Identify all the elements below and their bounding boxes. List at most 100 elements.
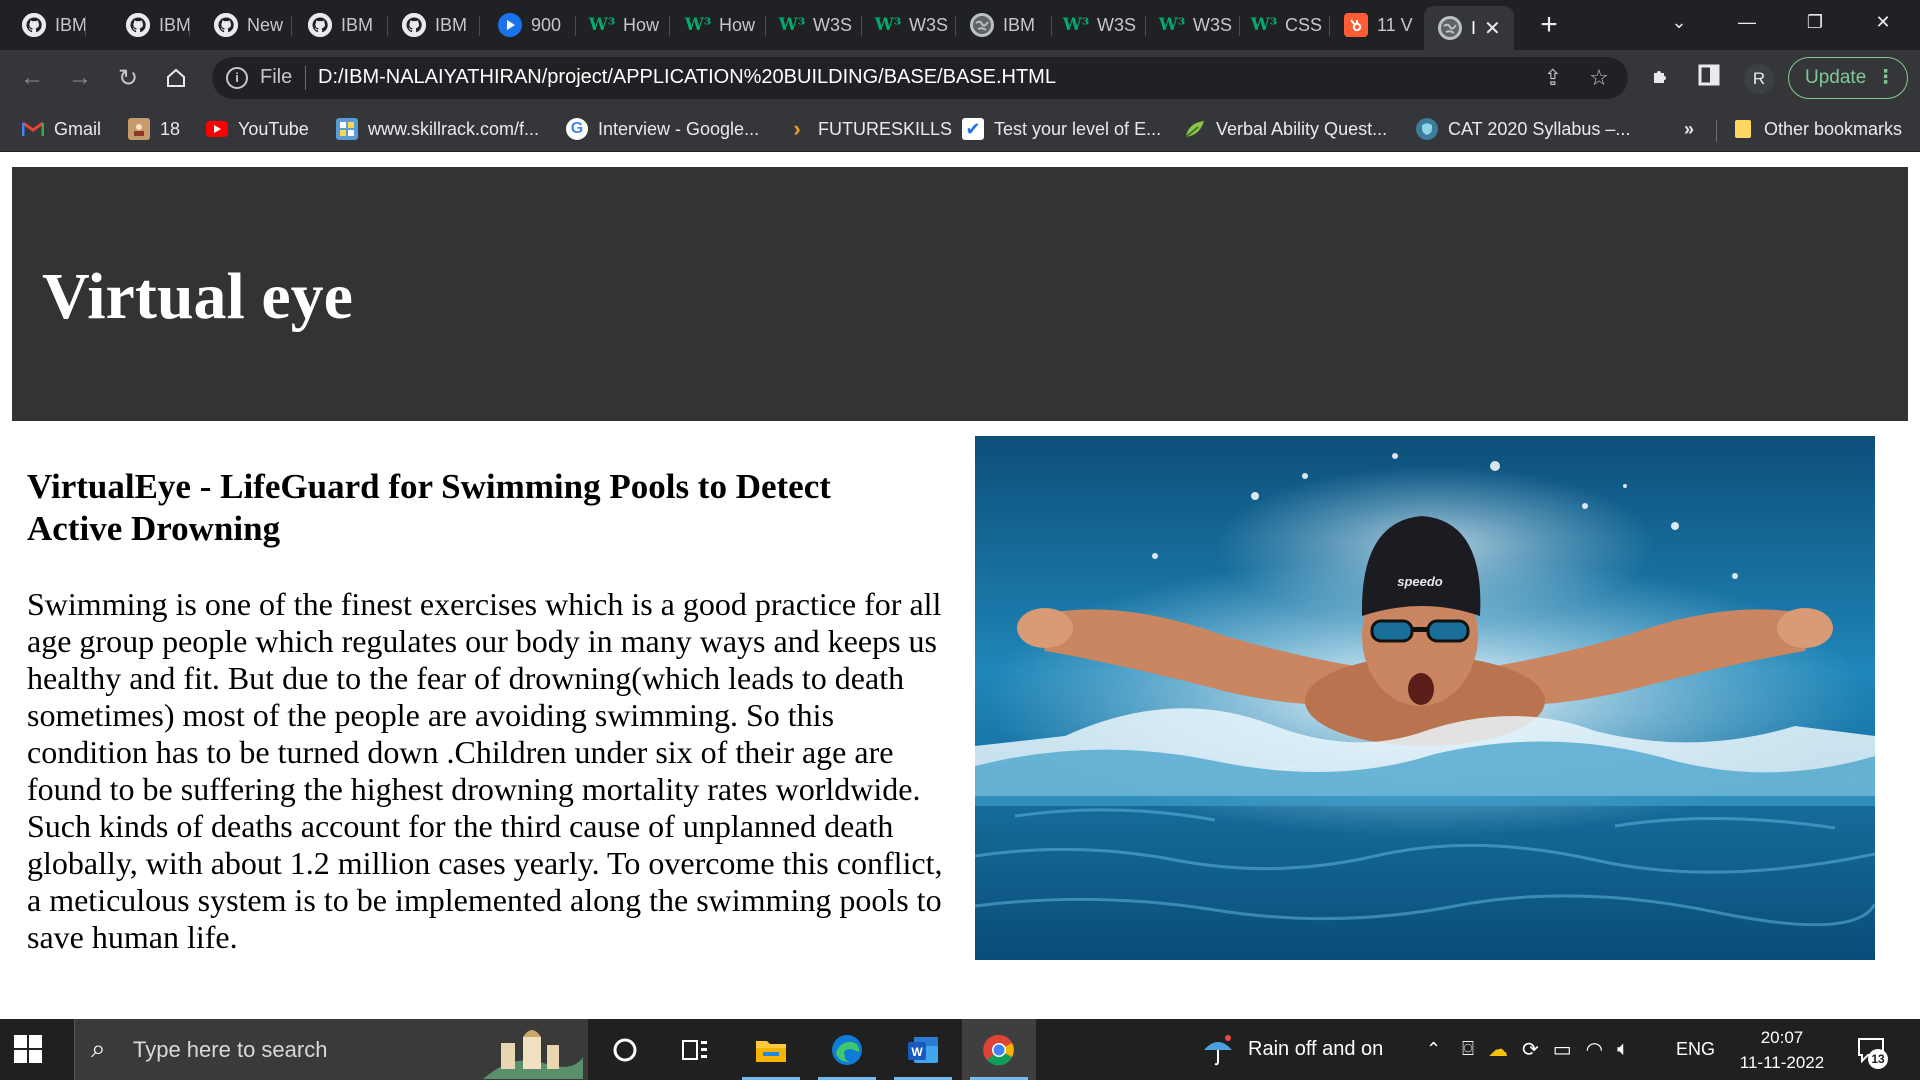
update-button[interactable]: Update ⋮ — [1788, 57, 1908, 99]
tab-label: How — [719, 14, 756, 35]
wifi-icon[interactable]: ◠ — [1586, 1037, 1603, 1062]
bookmark-18[interactable]: 18 — [128, 114, 180, 144]
bookmark-skillrack[interactable]: www.skillrack.com/f... — [336, 114, 539, 144]
skillrack-icon — [336, 118, 358, 140]
file-explorer-icon[interactable] — [734, 1019, 808, 1080]
browser-tab[interactable]: IBM — [112, 8, 190, 42]
tab-label: How — [623, 14, 660, 35]
task-view-icon[interactable] — [658, 1019, 732, 1080]
tab-label: IBM — [341, 14, 374, 35]
browser-tab[interactable]: W³ W3S — [766, 8, 862, 42]
close-icon[interactable]: ✕ — [1484, 16, 1501, 41]
page-title: Virtual eye — [42, 260, 353, 333]
language-indicator[interactable]: ENG — [1676, 1019, 1715, 1080]
bookmark-cat-syllabus[interactable]: CAT 2020 Syllabus –... — [1416, 114, 1630, 144]
tab-search-chevron-icon[interactable]: ⌄ — [1648, 0, 1710, 44]
browser-tab[interactable]: W³ W3S — [1050, 8, 1146, 42]
tab-label: W3S — [1193, 14, 1233, 35]
browser-tab[interactable]: IBM — [956, 8, 1052, 42]
blue-play-icon — [498, 13, 522, 37]
w3schools-icon: W³ — [1250, 15, 1278, 35]
github-icon — [402, 13, 426, 37]
browser-tab[interactable]: W³ W3S — [862, 8, 956, 42]
clock[interactable]: 20:07 11-11-2022 — [1730, 1025, 1834, 1075]
browser-tab[interactable]: W³ CSS — [1238, 8, 1330, 42]
browser-tab[interactable]: 11 V — [1330, 8, 1422, 42]
clock-time: 20:07 — [1760, 1028, 1804, 1047]
word-icon[interactable]: W — [886, 1019, 960, 1080]
info-icon[interactable]: i — [226, 67, 248, 89]
new-tab-button[interactable]: + — [1532, 9, 1566, 43]
volume-icon[interactable]: 🔈︎ — [1617, 1038, 1629, 1061]
battery-icon[interactable]: ▭ — [1553, 1037, 1572, 1062]
browser-tab[interactable]: IBM — [388, 8, 480, 42]
windows-start-icon[interactable] — [14, 1035, 42, 1063]
search-highlight-illustration-icon — [483, 1023, 583, 1079]
side-panel-icon[interactable] — [1694, 64, 1724, 94]
gmail-icon — [22, 118, 44, 140]
share-icon[interactable]: ⇪ — [1540, 66, 1566, 92]
tab-label: W3S — [909, 14, 949, 35]
bookmarks-overflow-button[interactable]: » — [1684, 119, 1694, 140]
leaf-icon — [1184, 118, 1206, 140]
edge-icon[interactable] — [810, 1019, 884, 1080]
notification-center-icon[interactable]: 13 — [1856, 1035, 1888, 1069]
browser-tab[interactable]: IBM — [8, 8, 86, 42]
github-icon — [126, 13, 150, 37]
star-icon[interactable]: ☆ — [1586, 66, 1612, 92]
bookmark-test-level[interactable]: ✔ Test your level of E... — [962, 114, 1161, 144]
tab-strip: IBM IBM New IBM IBM 900 W³ How W³ How W³… — [0, 0, 1920, 50]
taskbar-search[interactable]: ⌕ Type here to search — [74, 1019, 588, 1080]
bookmark-verbal-ability[interactable]: Verbal Ability Quest... — [1184, 114, 1387, 144]
chevron-icon: › — [793, 116, 801, 141]
avatar-icon — [128, 118, 150, 140]
show-hidden-icons[interactable]: ⌃ — [1426, 1019, 1441, 1080]
browser-tab[interactable]: New — [200, 8, 292, 42]
windows-taskbar: ⌕ Type here to search W Rain off and on … — [0, 1019, 1920, 1080]
minimize-icon[interactable]: — — [1716, 0, 1778, 44]
w3schools-icon: W³ — [684, 15, 712, 35]
chrome-icon[interactable] — [962, 1019, 1036, 1080]
w3schools-icon: W³ — [1062, 15, 1090, 35]
globe-icon — [1438, 16, 1462, 40]
sync-icon[interactable]: ⟳ — [1522, 1037, 1539, 1062]
bookmark-youtube[interactable]: YouTube — [206, 114, 309, 144]
meet-now-icon[interactable]: ⌼ — [1462, 1038, 1474, 1061]
back-icon[interactable]: ← — [14, 60, 50, 96]
address-bar[interactable]: i File D:/IBM-NALAIYATHIRAN/project/APPL… — [212, 57, 1628, 99]
swimmer-image: speedo — [975, 436, 1875, 960]
bookmark-futureskills[interactable]: › FUTURESKILLS — [786, 114, 952, 144]
tab-label: CSS — [1285, 14, 1323, 35]
browser-tab[interactable]: W³ How — [672, 8, 766, 42]
other-bookmarks-folder[interactable]: Other bookmarks — [1732, 114, 1902, 144]
restore-icon[interactable]: ❐ — [1784, 0, 1846, 44]
youtube-icon — [206, 121, 228, 137]
onedrive-warning-icon[interactable]: ☁ — [1488, 1037, 1508, 1062]
browser-tab-active[interactable]: I ✕ — [1424, 6, 1514, 50]
browser-tab[interactable]: W³ How — [576, 8, 670, 42]
close-window-icon[interactable]: ✕ — [1852, 0, 1914, 44]
profile-avatar[interactable]: R — [1744, 64, 1774, 94]
notification-count-badge: 13 — [1868, 1049, 1888, 1069]
bookmark-interview-google[interactable]: G Interview - Google... — [566, 114, 759, 144]
update-label: Update — [1805, 67, 1867, 88]
umbrella-icon — [1204, 1034, 1232, 1065]
extensions-icon[interactable] — [1646, 64, 1676, 94]
browser-tab[interactable]: 900 — [484, 8, 576, 42]
search-icon: ⌕ — [91, 1033, 106, 1063]
reload-icon[interactable]: ↻ — [110, 60, 146, 96]
browser-tab[interactable]: IBM — [294, 8, 388, 42]
url-text[interactable]: D:/IBM-NALAIYATHIRAN/project/APPLICATION… — [318, 66, 1056, 89]
forward-icon[interactable]: → — [62, 60, 98, 96]
browser-tab[interactable]: W³ W3S — [1146, 8, 1240, 42]
w3schools-icon: W³ — [1158, 15, 1186, 35]
github-icon — [22, 13, 46, 37]
bookmarks-bar: Gmail 18 YouTube www.skillrack.com/f... … — [0, 106, 1920, 152]
weather-widget[interactable]: Rain off and on — [1200, 1019, 1383, 1080]
cortana-icon[interactable] — [588, 1019, 662, 1080]
article: VirtualEye - LifeGuard for Swimming Pool… — [27, 466, 947, 956]
tray-icons: ⌼ ☁ ⟳ ▭ ◠ 🔈︎ — [1462, 1019, 1643, 1080]
home-icon[interactable] — [158, 60, 194, 96]
bookmark-gmail[interactable]: Gmail — [22, 114, 101, 144]
article-heading: VirtualEye - LifeGuard for Swimming Pool… — [27, 467, 831, 548]
